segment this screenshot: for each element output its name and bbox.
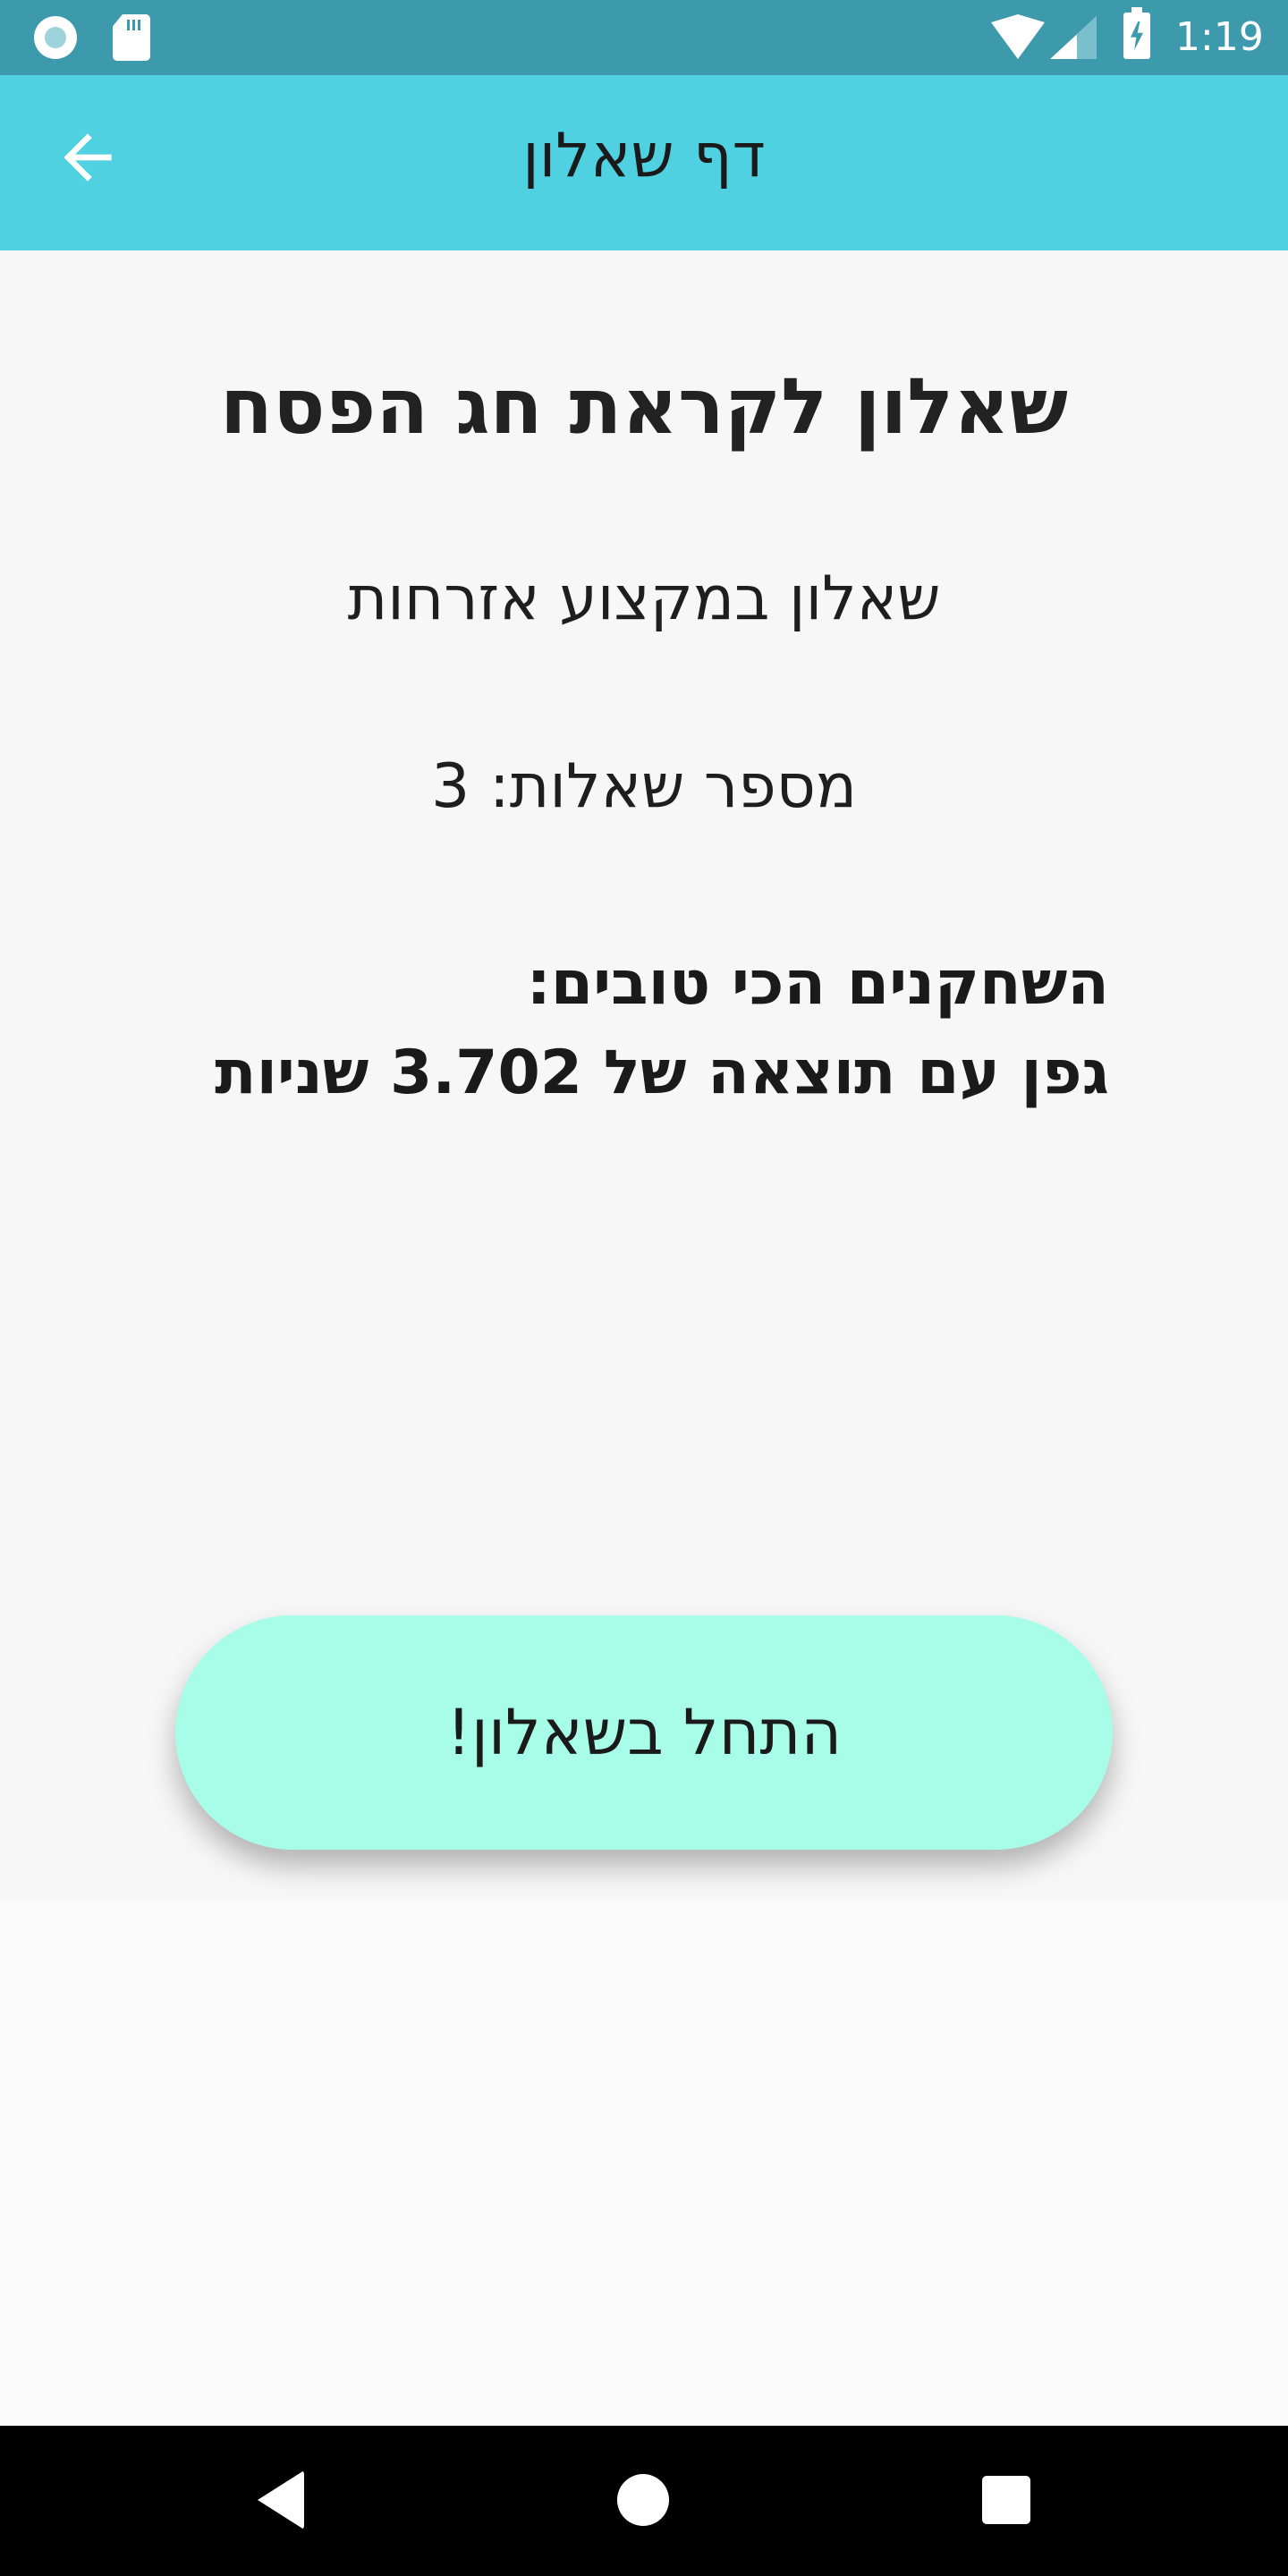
cell-signal-icon	[1050, 16, 1097, 59]
navigation-bar	[0, 2426, 1288, 2576]
quiz-title: שאלון לקראת חג הפסח	[220, 362, 1068, 452]
empty-area	[0, 1900, 1288, 2426]
start-quiz-button[interactable]: התחל בשאלון!	[175, 1615, 1113, 1850]
battery-charging-icon	[1123, 7, 1150, 59]
status-time: 1:19	[1175, 14, 1264, 60]
best-players-heading: השחקנים הכי טובים:	[526, 948, 1109, 1019]
sd-card-icon	[113, 14, 150, 61]
quiz-subject: שאלון במקצוע אזרחות	[347, 564, 941, 634]
back-button[interactable]	[52, 122, 123, 193]
nav-home-icon[interactable]	[617, 2474, 669, 2526]
arrow-back-icon	[64, 133, 112, 182]
best-player-entry: גפן עם תוצאה של 3.702 שניות	[215, 1038, 1109, 1108]
circle-notification-icon	[34, 16, 77, 59]
quiz-details: שאלון לקראת חג הפסח שאלון במקצוע אזרחות …	[0, 250, 1288, 1900]
status-bar: 1:19	[0, 0, 1288, 75]
nav-recents-icon[interactable]	[982, 2476, 1030, 2524]
quiz-screen: 1:19 דף שאלון שאלון לקראת חג הפסח שאלון …	[0, 0, 1288, 2576]
app-bar: דף שאלון	[0, 75, 1288, 250]
question-count: מספר שאלות: 3	[430, 751, 858, 822]
wifi-icon	[991, 14, 1045, 59]
page-title: דף שאלון	[522, 121, 766, 191]
nav-back-icon[interactable]	[258, 2470, 304, 2529]
best-players: השחקנים הכי טובים: גפן עם תוצאה של 3.702…	[143, 939, 1109, 1118]
